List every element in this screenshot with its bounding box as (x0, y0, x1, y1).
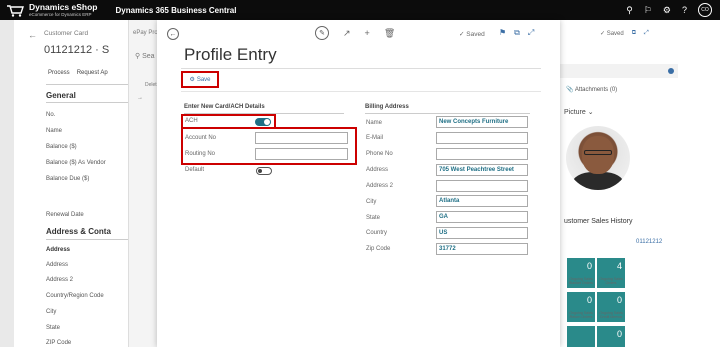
card-ach-section-heading: Enter New Card/ACH Details (184, 104, 265, 110)
cart-logo-icon (7, 4, 24, 17)
open-new-window-icon[interactable]: ⧉ (514, 28, 520, 38)
epay-breadcrumb: ePay Pro (133, 30, 158, 36)
add-icon[interactable]: + (365, 28, 370, 38)
field-balance-vendor: Balance ($) As Vendor (46, 160, 106, 166)
field-balance: Balance ($) (46, 144, 77, 150)
tile-credit-memos[interactable]: 0 Ongoing Sales Credit Memos (597, 292, 625, 322)
section-address-contact[interactable]: Address & Conta (46, 227, 111, 236)
brand-name: Dynamics eShop (29, 2, 98, 12)
billing-name-label: Name (366, 120, 383, 126)
avatar[interactable]: CO (698, 3, 712, 17)
row-arrow-icon[interactable]: → (137, 95, 143, 101)
tile-return-orders[interactable]: 0 Ongoing Sales Return Orders (567, 292, 595, 322)
ach-label: ACH (185, 118, 198, 124)
tile-blanket-orders[interactable]: 0 Ongoing Sales Blanket Orders (567, 258, 595, 288)
page-title: Profile Entry (184, 45, 277, 64)
account-no-label: Account No (185, 135, 217, 141)
billing-address-input[interactable]: 705 West Peachtree Street (436, 164, 528, 176)
billing-phone-label: Phone No (366, 151, 393, 157)
gear-icon[interactable]: ⚙ (663, 5, 671, 16)
billing-address2-label: Address 2 (366, 183, 394, 189)
billing-email-input[interactable] (436, 132, 528, 144)
profile-entry-dialog: ← ✎ ↗ + 🗑 ✓ Saved ⚑ ⧉ ⤢ Profile Entry ⚙ … (157, 20, 560, 347)
billing-name-input[interactable]: New Concepts Furniture (436, 116, 528, 128)
open-new-window-icon[interactable]: ⧉ (632, 30, 636, 37)
app-name[interactable]: Dynamics 365 Business Central (116, 6, 237, 15)
breadcrumb: Customer Card (44, 30, 89, 37)
routing-no-input[interactable] (255, 148, 348, 160)
save-button[interactable]: ⚙ Save (181, 71, 219, 88)
billing-phone-input[interactable] (436, 148, 528, 160)
billing-zip-label: Zip Code (366, 246, 391, 252)
field-name: Name (46, 128, 63, 134)
field-address-2: Address 2 (46, 277, 74, 283)
tile-extra-1[interactable] (567, 326, 595, 347)
back-arrow-icon[interactable]: ← (28, 30, 37, 40)
field-renewal-date: Renewal Date (46, 212, 84, 218)
field-balance-due: Balance Due ($) (46, 176, 90, 182)
billing-state-label: State (366, 215, 381, 221)
default-label: Default (185, 167, 205, 173)
factbox-tab[interactable] (558, 64, 678, 78)
factbox-panel: 📎 Attachments (0) Picture ⌄ ustomer Sale… (558, 64, 678, 347)
search-icon[interactable]: ⚲ (626, 5, 633, 16)
gear-icon: ⚙ (189, 77, 195, 83)
picture-heading[interactable]: Picture ⌄ (564, 108, 594, 116)
tile-sales-orders[interactable]: 4 Ongoing Sales Orders (597, 258, 625, 288)
tile-extra-2[interactable]: 0 (597, 326, 625, 347)
billing-zip-input[interactable]: 31772 (436, 243, 528, 255)
expand-icon[interactable]: ⤢ (528, 28, 534, 38)
billing-address-label: Address (366, 167, 389, 173)
billing-address-heading: Billing Address (365, 104, 409, 110)
billing-country-input[interactable]: US (436, 227, 528, 239)
field-state: State (46, 325, 61, 331)
back-arrow-icon[interactable]: ← (167, 28, 179, 40)
section-general[interactable]: General (46, 91, 76, 100)
default-toggle[interactable] (256, 167, 272, 175)
help-icon[interactable]: ? (682, 5, 687, 15)
brand-subtitle: eCommerce for Dynamics ERP (29, 11, 92, 17)
brand[interactable]: Dynamics eShop eCommerce for Dynamics ER… (6, 3, 98, 17)
account-no-input[interactable] (255, 132, 348, 144)
field-no: No. (46, 112, 56, 118)
customer-number-title: 01121212 · S (44, 44, 110, 56)
customer-photo (566, 126, 630, 190)
info-icon[interactable] (668, 68, 674, 74)
billing-state-input[interactable]: GA (436, 211, 528, 223)
expand-icon[interactable]: ⤢ (644, 30, 649, 37)
field-country-region: Country/Region Code (46, 293, 104, 299)
saved-status: ✓ Saved (600, 31, 624, 37)
billing-address2-input[interactable] (436, 180, 528, 192)
billing-country-label: Country (366, 230, 388, 236)
billing-city-label: City (366, 199, 377, 205)
epay-search[interactable]: ⚲ Sea (135, 52, 155, 60)
address-subheading: Address (46, 247, 71, 253)
sales-history-customer-no[interactable]: 01121212 (636, 239, 662, 245)
edit-icon[interactable]: ✎ (315, 26, 329, 40)
bell-icon[interactable]: ⚐ (644, 5, 652, 16)
epay-delete-column: Delet (145, 82, 157, 88)
bookmark-icon[interactable]: ⚑ (499, 28, 506, 38)
action-process[interactable]: Process (48, 70, 70, 76)
routing-no-label: Routing No (185, 151, 216, 157)
field-address: Address (46, 262, 69, 268)
delete-icon[interactable]: 🗑 (384, 28, 395, 39)
billing-city-input[interactable]: Atlanta (436, 195, 528, 207)
share-icon[interactable]: ↗ (343, 28, 351, 39)
attachments-link[interactable]: 📎 Attachments (0) (566, 86, 617, 93)
action-request-approval[interactable]: Request Ap (77, 70, 108, 76)
field-zip: ZIP Code (46, 340, 72, 346)
top-app-bar: Dynamics eShop eCommerce for Dynamics ER… (0, 0, 720, 20)
billing-email-label: E-Mail (366, 135, 384, 141)
ach-toggle[interactable] (255, 118, 271, 126)
sales-history-heading: ustomer Sales History (564, 218, 633, 225)
field-city: City (46, 309, 57, 315)
saved-status: ✓ Saved (459, 31, 485, 38)
